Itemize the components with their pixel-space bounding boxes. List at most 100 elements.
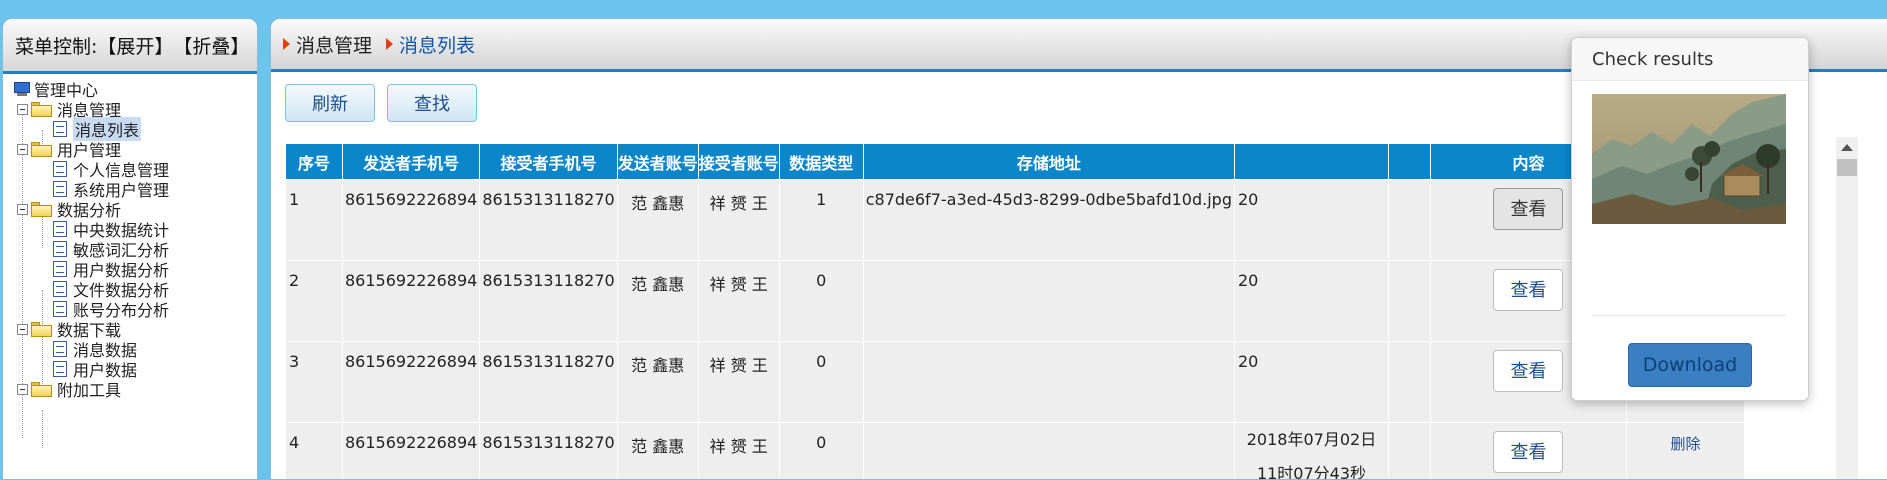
cell-data-type: 1: [779, 180, 863, 261]
col-header-receiver-phone: 接受者手机号: [480, 144, 617, 180]
col-header-no: 序号: [286, 144, 343, 180]
document-icon: [51, 180, 69, 198]
breadcrumb-arrow-icon: [283, 38, 290, 50]
view-button[interactable]: 查看: [1493, 269, 1563, 311]
folder-icon: [31, 102, 53, 117]
check-results-popover: Check results Download: [1571, 37, 1809, 401]
document-icon: [51, 160, 69, 178]
table-row: 1 8615692226894 8615313118270 范 鑫惠 祥 赟 王…: [286, 180, 1745, 261]
cell-no: 3: [286, 342, 343, 423]
cell-sender-phone: 8615692226894: [343, 423, 480, 480]
cell-time: 2018年07月02日11时07分43秒: [1234, 423, 1388, 480]
cell-sender-phone: 8615692226894: [343, 180, 480, 261]
cell-storage: [863, 423, 1234, 480]
document-icon: [51, 360, 69, 378]
collapse-toggle-icon[interactable]: [17, 384, 28, 395]
result-preview-image: [1592, 94, 1786, 224]
col-header-data-type: 数据类型: [779, 144, 863, 180]
cell-receiver-account: 祥 赟 王: [698, 342, 779, 423]
document-icon: [51, 240, 69, 258]
cell-sender-account: 范 鑫惠: [617, 261, 698, 342]
cell-receiver-phone: 8615313118270: [480, 261, 617, 342]
message-table: 序号 发送者手机号 接受者手机号 发送者账号 接受者账号 数据类型 存储地址 内…: [285, 143, 1745, 480]
cell-sender-account: 范 鑫惠: [617, 342, 698, 423]
document-icon: [51, 300, 69, 318]
cell-time: 20: [1234, 342, 1388, 423]
document-icon: [51, 220, 69, 238]
col-header-sender-phone: 发送者手机号: [343, 144, 480, 180]
cell-data-type: 0: [779, 342, 863, 423]
cell-storage: c87de6f7-a3ed-45d3-8299-0dbe5bafd10d.jpg: [863, 180, 1234, 261]
cell-data-type: 0: [779, 423, 863, 480]
cell-receiver-phone: 8615313118270: [480, 423, 617, 480]
folder-icon: [31, 382, 53, 397]
cell-no: 1: [286, 180, 343, 261]
cell-extra: [1388, 261, 1430, 342]
table-row: 4 8615692226894 8615313118270 范 鑫惠 祥 赟 王…: [286, 423, 1745, 480]
popover-divider: [1592, 315, 1786, 316]
document-icon: [51, 280, 69, 298]
cell-data-type: 0: [779, 261, 863, 342]
col-header-storage: 存储地址: [863, 144, 1234, 180]
collapse-all-link[interactable]: 【折叠】: [173, 32, 249, 59]
folder-icon: [31, 142, 53, 157]
cell-content: 查看: [1430, 423, 1626, 480]
collapse-toggle-icon[interactable]: [17, 144, 28, 155]
cell-no: 2: [286, 261, 343, 342]
document-icon: [51, 260, 69, 278]
col-header-receiver-account: 接受者账号: [698, 144, 779, 180]
cell-extra: [1388, 423, 1430, 480]
cell-time: 20: [1234, 261, 1388, 342]
col-header-time: [1234, 144, 1388, 180]
cell-receiver-account: 祥 赟 王: [698, 423, 779, 480]
download-button[interactable]: Download: [1628, 343, 1752, 387]
cell-receiver-phone: 8615313118270: [480, 342, 617, 423]
toolbar: 刷新 查找: [285, 84, 477, 122]
view-button[interactable]: 查看: [1493, 350, 1563, 392]
document-icon: [51, 120, 69, 138]
menu-panel: 菜单控制: 【展开】 【折叠】 管理中心 消息管理 消息列表 用户管理: [2, 18, 258, 480]
tree-group-tools[interactable]: 附加工具: [17, 378, 121, 400]
breadcrumb-current: 消息列表: [399, 31, 475, 58]
breadcrumb-parent[interactable]: 消息管理: [296, 31, 372, 58]
menu-title: 菜单控制:: [15, 32, 97, 59]
popover-title: Check results: [1572, 38, 1808, 81]
cell-extra: [1388, 342, 1430, 423]
delete-link[interactable]: 删除: [1670, 435, 1700, 453]
refresh-button[interactable]: 刷新: [285, 84, 375, 122]
cell-sender-phone: 8615692226894: [343, 342, 480, 423]
folder-icon: [31, 322, 53, 337]
folder-icon: [31, 202, 53, 217]
cell-storage: [863, 342, 1234, 423]
cell-storage: [863, 261, 1234, 342]
collapse-toggle-icon[interactable]: [17, 204, 28, 215]
scroll-up-arrow-icon[interactable]: [1836, 137, 1858, 157]
scroll-thumb[interactable]: [1837, 159, 1857, 176]
cell-action: 删除: [1626, 423, 1744, 480]
cell-receiver-account: 祥 赟 王: [698, 180, 779, 261]
menu-header: 菜单控制: 【展开】 【折叠】: [3, 19, 257, 74]
search-button[interactable]: 查找: [387, 84, 477, 122]
expand-all-link[interactable]: 【展开】: [97, 32, 173, 59]
breadcrumb-arrow-icon: [386, 38, 393, 50]
col-header-sender-account: 发送者账号: [617, 144, 698, 180]
cell-sender-account: 范 鑫惠: [617, 180, 698, 261]
document-icon: [51, 340, 69, 358]
table-row: 3 8615692226894 8615313118270 范 鑫惠 祥 赟 王…: [286, 342, 1745, 423]
content-panel: 消息管理 消息列表 刷新 查找 序号 发送者手机号 接受者手机号 发送者账号 接…: [270, 18, 1887, 480]
cell-sender-account: 范 鑫惠: [617, 423, 698, 480]
col-header-extra: [1388, 144, 1430, 180]
table-header-row: 序号 发送者手机号 接受者手机号 发送者账号 接受者账号 数据类型 存储地址 内…: [286, 144, 1745, 180]
vertical-scrollbar[interactable]: [1836, 137, 1858, 480]
collapse-toggle-icon[interactable]: [17, 324, 28, 335]
cell-no: 4: [286, 423, 343, 480]
cell-receiver-phone: 8615313118270: [480, 180, 617, 261]
cell-sender-phone: 8615692226894: [343, 261, 480, 342]
table-row: 2 8615692226894 8615313118270 范 鑫惠 祥 赟 王…: [286, 261, 1745, 342]
cell-time: 20: [1234, 180, 1388, 261]
view-button[interactable]: 查看: [1493, 188, 1563, 230]
collapse-toggle-icon[interactable]: [17, 104, 28, 115]
cell-receiver-account: 祥 赟 王: [698, 261, 779, 342]
cell-extra: [1388, 180, 1430, 261]
computer-icon: [13, 82, 31, 97]
